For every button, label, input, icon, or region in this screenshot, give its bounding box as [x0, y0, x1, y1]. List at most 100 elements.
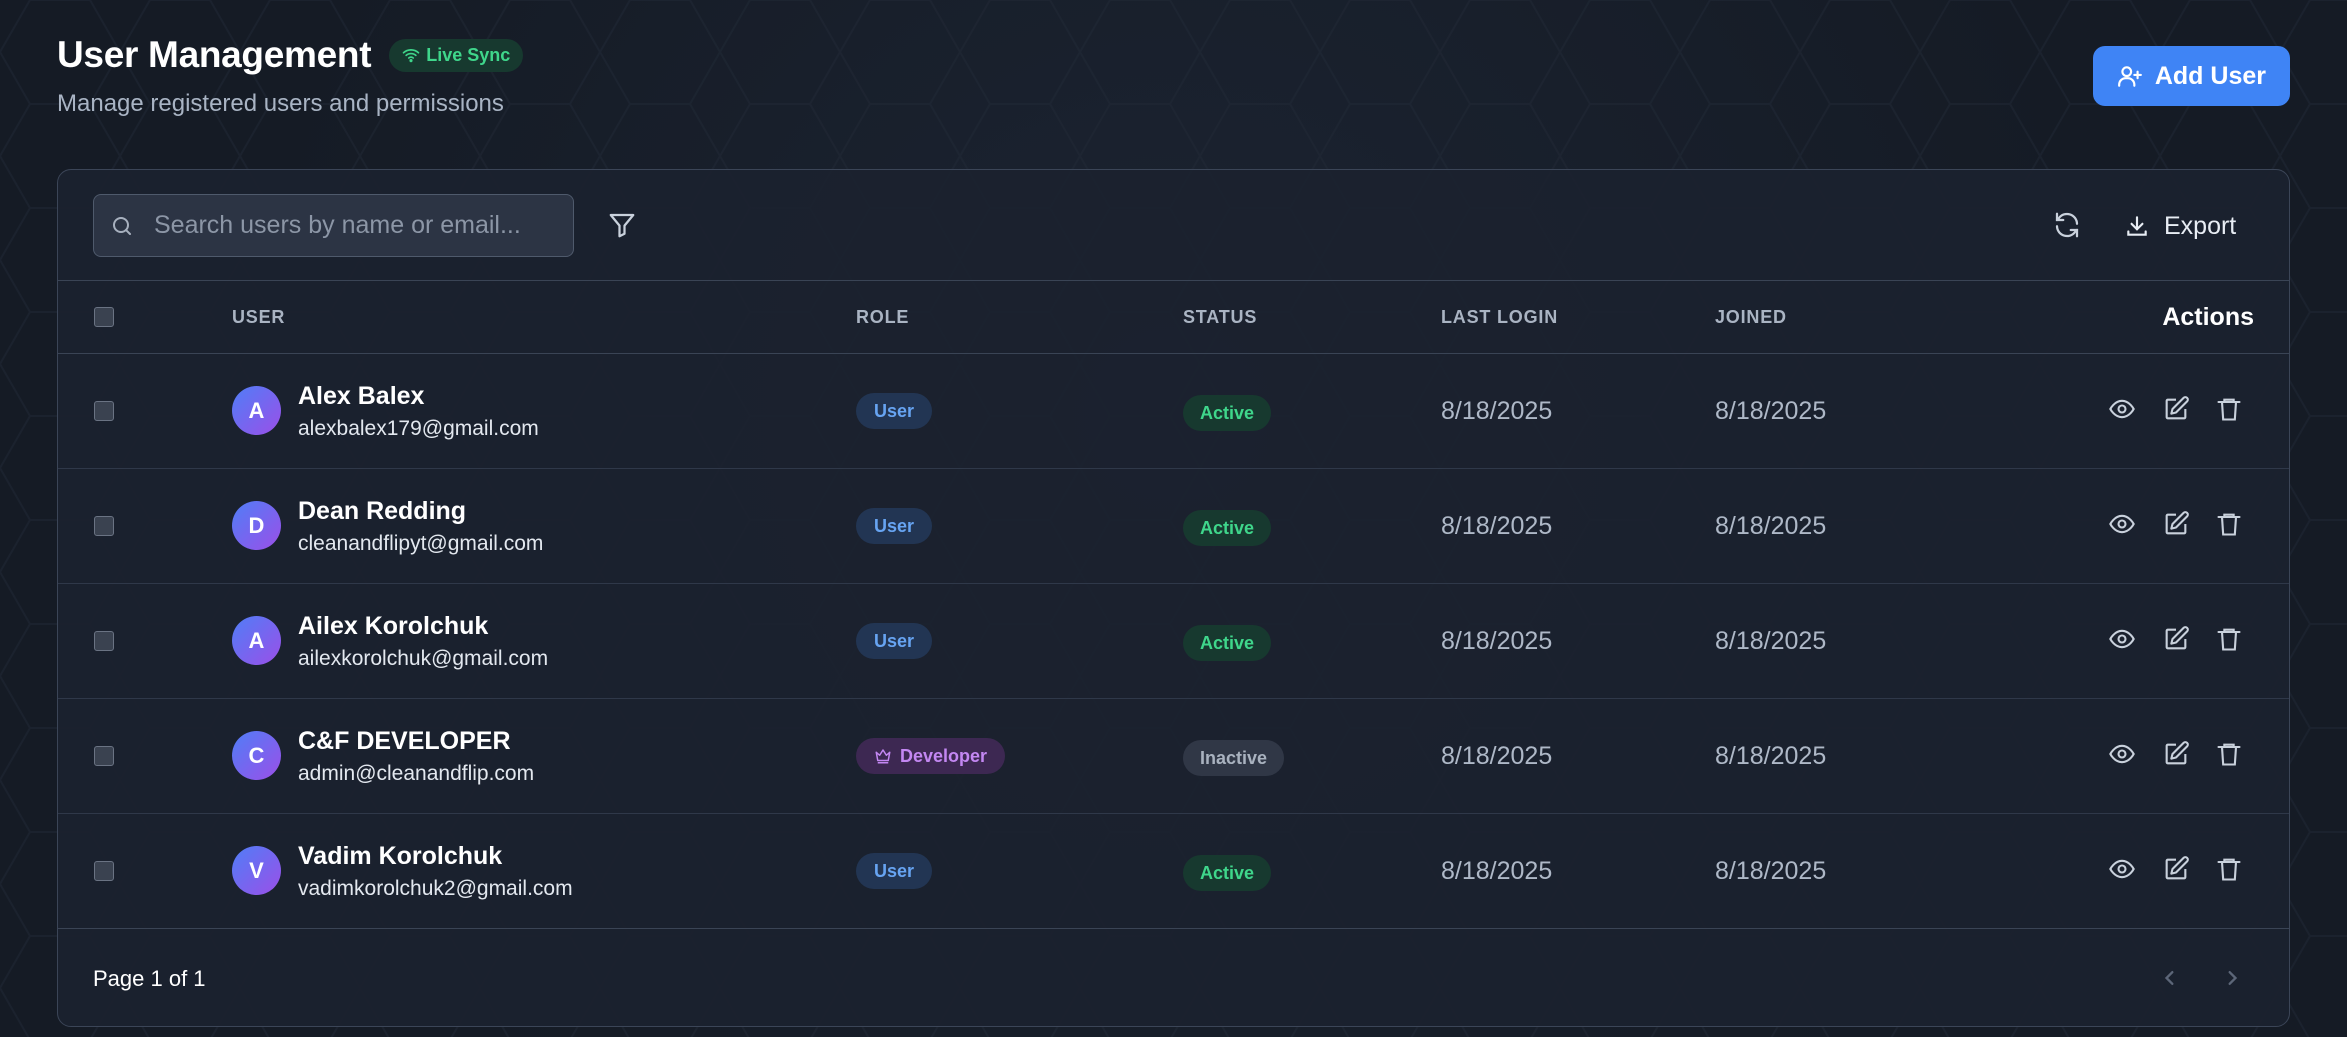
status-label: Active	[1200, 517, 1255, 538]
view-button[interactable]	[2108, 740, 2136, 768]
edit-icon	[2165, 626, 2189, 650]
column-header-joined[interactable]: JOINED	[1715, 307, 1787, 328]
avatar: D	[232, 501, 281, 550]
row-checkbox[interactable]	[94, 401, 114, 421]
joined-date: 8/18/2025	[1715, 742, 1827, 770]
status-label: Active	[1200, 632, 1255, 653]
table-row[interactable]: V Vadim Korolchuk vadimkorolchuk2@gmail.…	[58, 814, 2289, 929]
crown-icon	[875, 749, 891, 764]
table-footer: Page 1 of 1	[58, 929, 2289, 1026]
table-body: A Alex Balex alexbalex179@gmail.com User…	[58, 354, 2289, 929]
user-plus-icon	[2117, 66, 2142, 87]
column-header-actions: Actions	[2162, 303, 2254, 331]
status-badge: Active	[1183, 855, 1272, 891]
export-label: Export	[2164, 211, 2237, 240]
row-checkbox[interactable]	[94, 516, 114, 536]
pagination-info: Page 1 of 1	[93, 966, 206, 991]
user-email: ailexkorolchuk@gmail.com	[298, 647, 549, 670]
user-email: cleanandflipyt@gmail.com	[298, 532, 544, 555]
select-all-checkbox[interactable]	[94, 307, 114, 327]
edit-button[interactable]	[2162, 855, 2190, 883]
table-header: USER ROLE STATUS LAST LOGIN JOINED Actio…	[58, 281, 2289, 354]
delete-button[interactable]	[2215, 855, 2243, 883]
table-row[interactable]: C C&F DEVELOPER admin@cleanandflip.com D…	[58, 699, 2289, 814]
search-box[interactable]	[93, 194, 574, 257]
search-icon	[113, 216, 131, 235]
avatar: A	[232, 386, 281, 435]
edit-icon	[2165, 396, 2189, 420]
next-page-button[interactable]	[2218, 964, 2246, 992]
role-label: User	[874, 860, 915, 881]
role-badge: User	[856, 393, 933, 429]
title-row: User Management Live Sync	[57, 34, 524, 76]
trash-icon	[2217, 858, 2241, 881]
eye-icon	[2109, 744, 2135, 764]
user-name: Alex Balex	[298, 382, 425, 410]
status-badge: Active	[1183, 625, 1272, 661]
user-email: admin@cleanandflip.com	[298, 762, 535, 785]
avatar: A	[232, 616, 281, 665]
download-icon	[2127, 216, 2147, 236]
column-header-user[interactable]: USER	[232, 307, 285, 328]
delete-button[interactable]	[2215, 740, 2243, 768]
live-sync-badge: Live Sync	[389, 38, 524, 72]
table-row[interactable]: A Ailex Korolchuk ailexkorolchuk@gmail.c…	[58, 584, 2289, 699]
delete-button[interactable]	[2215, 510, 2243, 538]
role-badge: User	[856, 508, 933, 544]
row-checkbox[interactable]	[94, 631, 114, 651]
avatar: V	[232, 846, 281, 895]
joined-date: 8/18/2025	[1715, 512, 1827, 540]
eye-icon	[2109, 859, 2135, 879]
role-label: User	[874, 515, 915, 536]
edit-button[interactable]	[2162, 740, 2190, 768]
view-button[interactable]	[2108, 855, 2136, 883]
table-row[interactable]: D Dean Redding cleanandflipyt@gmail.com …	[58, 469, 2289, 584]
search-input[interactable]	[154, 211, 554, 240]
column-header-status[interactable]: STATUS	[1183, 307, 1257, 328]
delete-button[interactable]	[2215, 625, 2243, 653]
eye-icon	[2109, 399, 2135, 419]
view-button[interactable]	[2108, 395, 2136, 423]
user-email: alexbalex179@gmail.com	[298, 417, 539, 440]
table-toolbar: Export	[58, 170, 2289, 281]
page-header: User Management Live Sync Manage registe…	[57, 34, 524, 118]
role-label: Developer	[900, 745, 988, 766]
joined-date: 8/18/2025	[1715, 857, 1827, 885]
edit-button[interactable]	[2162, 625, 2190, 653]
edit-button[interactable]	[2162, 510, 2190, 538]
view-button[interactable]	[2108, 510, 2136, 538]
edit-button[interactable]	[2162, 395, 2190, 423]
filter-icon	[609, 213, 635, 238]
column-header-last-login[interactable]: LAST LOGIN	[1441, 307, 1558, 328]
table-row[interactable]: A Alex Balex alexbalex179@gmail.com User…	[58, 354, 2289, 469]
row-checkbox[interactable]	[94, 861, 114, 881]
user-email: vadimkorolchuk2@gmail.com	[298, 877, 573, 900]
last-login-date: 8/18/2025	[1441, 397, 1553, 425]
status-badge: Inactive	[1183, 740, 1285, 776]
eye-icon	[2109, 629, 2135, 649]
last-login-date: 8/18/2025	[1441, 627, 1553, 655]
row-checkbox[interactable]	[94, 746, 114, 766]
add-user-button[interactable]: Add User	[2092, 46, 2290, 106]
wifi-icon	[402, 49, 420, 63]
column-header-role[interactable]: ROLE	[856, 307, 909, 328]
last-login-date: 8/18/2025	[1441, 857, 1553, 885]
last-login-date: 8/18/2025	[1441, 742, 1553, 770]
role-badge: Developer	[856, 738, 1006, 774]
avatar: C	[232, 731, 281, 780]
refresh-icon	[2055, 212, 2079, 238]
previous-page-button[interactable]	[2156, 964, 2184, 992]
delete-button[interactable]	[2215, 395, 2243, 423]
export-button[interactable]: Export	[2124, 206, 2236, 246]
add-user-label: Add User	[2154, 61, 2266, 90]
trash-icon	[2217, 628, 2241, 651]
role-badge: User	[856, 623, 933, 659]
joined-date: 8/18/2025	[1715, 627, 1827, 655]
view-button[interactable]	[2108, 625, 2136, 653]
filter-button[interactable]	[607, 210, 637, 240]
eye-icon	[2109, 514, 2135, 534]
user-name: Vadim Korolchuk	[298, 842, 503, 870]
refresh-button[interactable]	[2052, 210, 2082, 240]
status-label: Active	[1200, 862, 1255, 883]
status-label: Active	[1200, 402, 1255, 423]
